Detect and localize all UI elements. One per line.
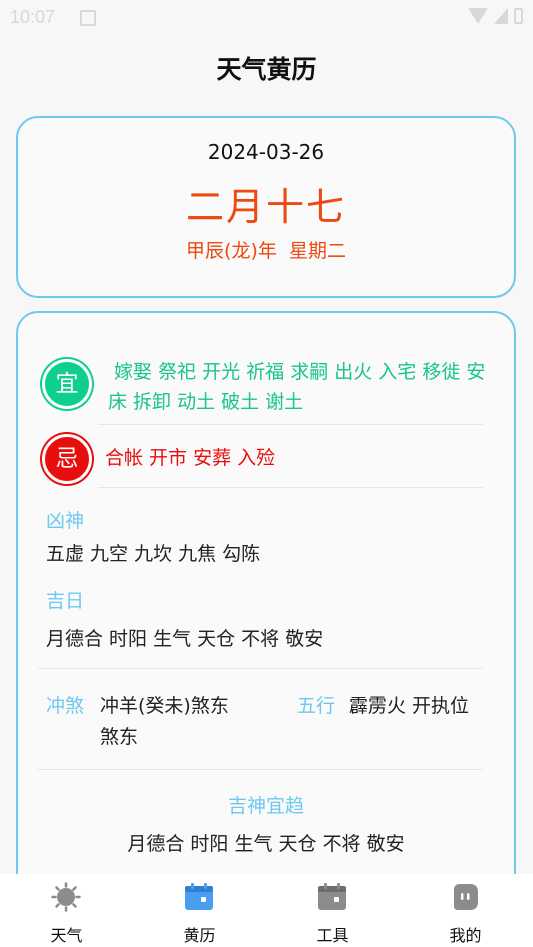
page-title: 天气黄历 [216,55,317,84]
date-card: 2024-03-26 二月十七 甲辰(龙)年 星期二 [16,116,516,298]
ji-activities: 合帐 开市 安葬 入殓 [105,447,276,469]
signal-icon [494,8,508,24]
ji-badge: 忌 [42,434,92,484]
lunar-date: 二月十七 [185,185,346,229]
wuxing-label: 五行 [297,695,336,717]
battery-icon [514,8,523,24]
yi-badge: 宜 [42,359,92,409]
xiongshen-text: 五虚 九空 九坎 九焦 勾陈 [46,543,261,565]
tab-almanac[interactable]: 黄历 [133,874,266,947]
jiri-label: 吉日 [46,590,85,612]
toolbox-icon [318,883,346,910]
chongsha-line2: 煞东 [100,726,139,748]
notification-icon [80,10,96,26]
solar-date: 2024-03-26 [207,140,325,164]
tab-label: 工具 [316,926,349,945]
xiongshen-label: 凶神 [46,510,85,532]
jiri-text: 月德合 时阳 生气 天仓 不将 敬安 [46,628,324,650]
jishen-text: 月德合 时阳 生气 天仓 不将 敬安 [127,833,405,855]
jishen-label: 吉神宜趋 [227,795,304,817]
sun-icon [51,882,81,912]
status-bar: 10:07 [0,0,533,36]
ganzhi-weekday: 甲辰(龙)年 星期二 [186,240,346,262]
divider [98,424,483,425]
tab-profile[interactable]: 我的 [399,874,532,947]
tab-label: 我的 [449,926,482,945]
bottom-tab-bar: 天气 黄历 工具 我的 [0,874,533,947]
calendar-icon [185,883,213,910]
wifi-icon [468,8,488,24]
yi-activities: 嫁娶 祭祀 开光 祈福 求嗣 出火 入宅 移徙 安床 拆卸 动土 破土 谢土 [108,361,486,413]
divider [38,769,483,770]
almanac-card: 宜 嫁娶 祭祀 开光 祈福 求嗣 出火 入宅 移徙 安床 拆卸 动土 破土 谢土… [16,311,516,911]
profile-icon [454,884,478,910]
status-icons [468,8,523,24]
tab-label: 天气 [50,926,83,945]
chongsha-label: 冲煞 [46,695,85,717]
tab-tools[interactable]: 工具 [266,874,399,947]
tab-label: 黄历 [183,926,216,945]
divider [98,487,483,488]
wuxing-text: 霹雳火 开执位 [349,695,470,717]
tab-weather[interactable]: 天气 [0,874,133,947]
status-time: 10:07 [10,7,56,27]
divider [38,668,483,669]
chongsha-line1: 冲羊(癸未)煞东 [100,695,229,717]
